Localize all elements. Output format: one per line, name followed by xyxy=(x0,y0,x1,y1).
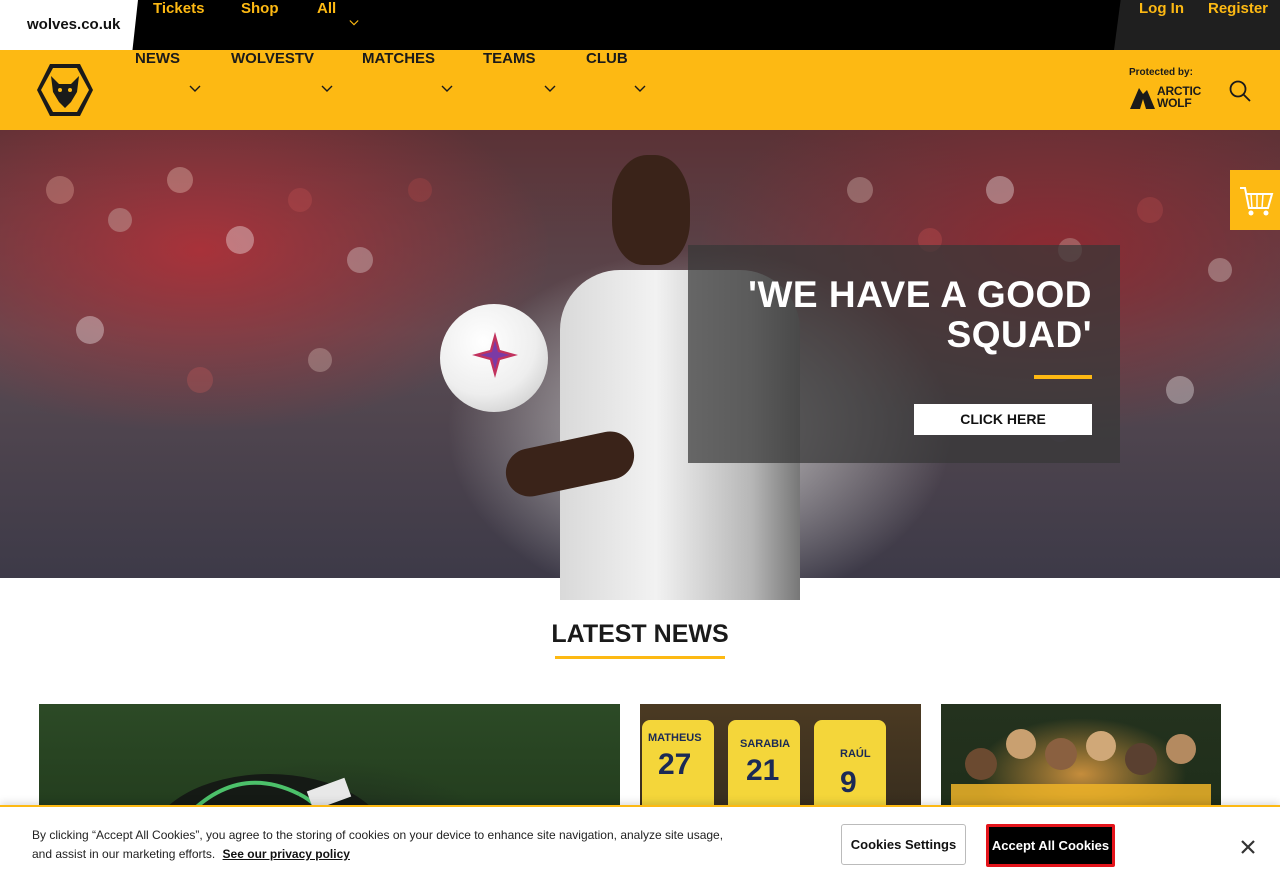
chevron-down-icon xyxy=(441,85,453,92)
accept-all-cookies-button[interactable]: Accept All Cookies xyxy=(986,824,1115,867)
hero-cta-button[interactable]: CLICK HERE xyxy=(914,404,1092,435)
register-link[interactable]: Register xyxy=(1208,0,1268,17)
login-link[interactable]: Log In xyxy=(1139,0,1184,17)
shop-basket-button[interactable] xyxy=(1230,170,1280,230)
nav-matches[interactable]: MATCHES xyxy=(362,50,435,130)
cookies-settings-button[interactable]: Cookies Settings xyxy=(841,824,966,865)
player-head-image xyxy=(612,155,690,265)
nav-club[interactable]: CLUB xyxy=(586,50,628,130)
shirt-number: 27 xyxy=(658,748,692,781)
chevron-down-icon xyxy=(544,85,556,92)
chevron-down-icon xyxy=(349,20,359,26)
shirt-name: RAÚL xyxy=(840,748,871,760)
shirt-number: 21 xyxy=(746,754,780,787)
basket-icon xyxy=(1240,187,1274,216)
chevron-down-icon xyxy=(189,85,201,92)
sponsor-name: ARCTIC WOLF xyxy=(1157,85,1201,109)
football-pattern-icon xyxy=(472,332,518,378)
sponsor-line-2: WOLF xyxy=(1157,96,1192,110)
shirt-number: 9 xyxy=(840,766,857,799)
nav-news[interactable]: NEWS xyxy=(135,50,180,130)
site-domain-link[interactable]: wolves.co.uk xyxy=(0,0,138,50)
hero-title: 'WE HAVE A GOOD SQUAD' xyxy=(748,274,1092,355)
close-icon[interactable] xyxy=(1238,837,1258,857)
wolves-logo-icon[interactable] xyxy=(35,62,95,118)
top-utility-bar: wolves.co.uk Tickets Shop All Log In Reg… xyxy=(0,0,1280,50)
shirt-name: SARABIA xyxy=(740,738,791,750)
nav-teams[interactable]: TEAMS xyxy=(483,50,536,130)
cookie-text: By clicking “Accept All Cookies”, you ag… xyxy=(32,828,724,861)
cookie-message: By clicking “Accept All Cookies”, you ag… xyxy=(32,826,732,864)
chevron-down-icon xyxy=(634,85,646,92)
shop-link[interactable]: Shop xyxy=(241,0,279,17)
all-dropdown[interactable]: All xyxy=(317,0,336,17)
title-underline xyxy=(1034,375,1092,379)
chevron-down-icon xyxy=(321,85,333,92)
protected-by-label: Protected by: xyxy=(1129,67,1193,78)
tickets-link[interactable]: Tickets xyxy=(153,0,204,17)
search-icon[interactable] xyxy=(1228,79,1252,103)
latest-news-heading: LATEST NEWS xyxy=(551,620,729,648)
heading-underline xyxy=(555,656,725,659)
shirt-name: MATHEUS xyxy=(648,732,702,744)
nav-wolvestv[interactable]: WOLVESTV xyxy=(231,50,314,130)
privacy-policy-link[interactable]: See our privacy policy xyxy=(223,847,350,861)
